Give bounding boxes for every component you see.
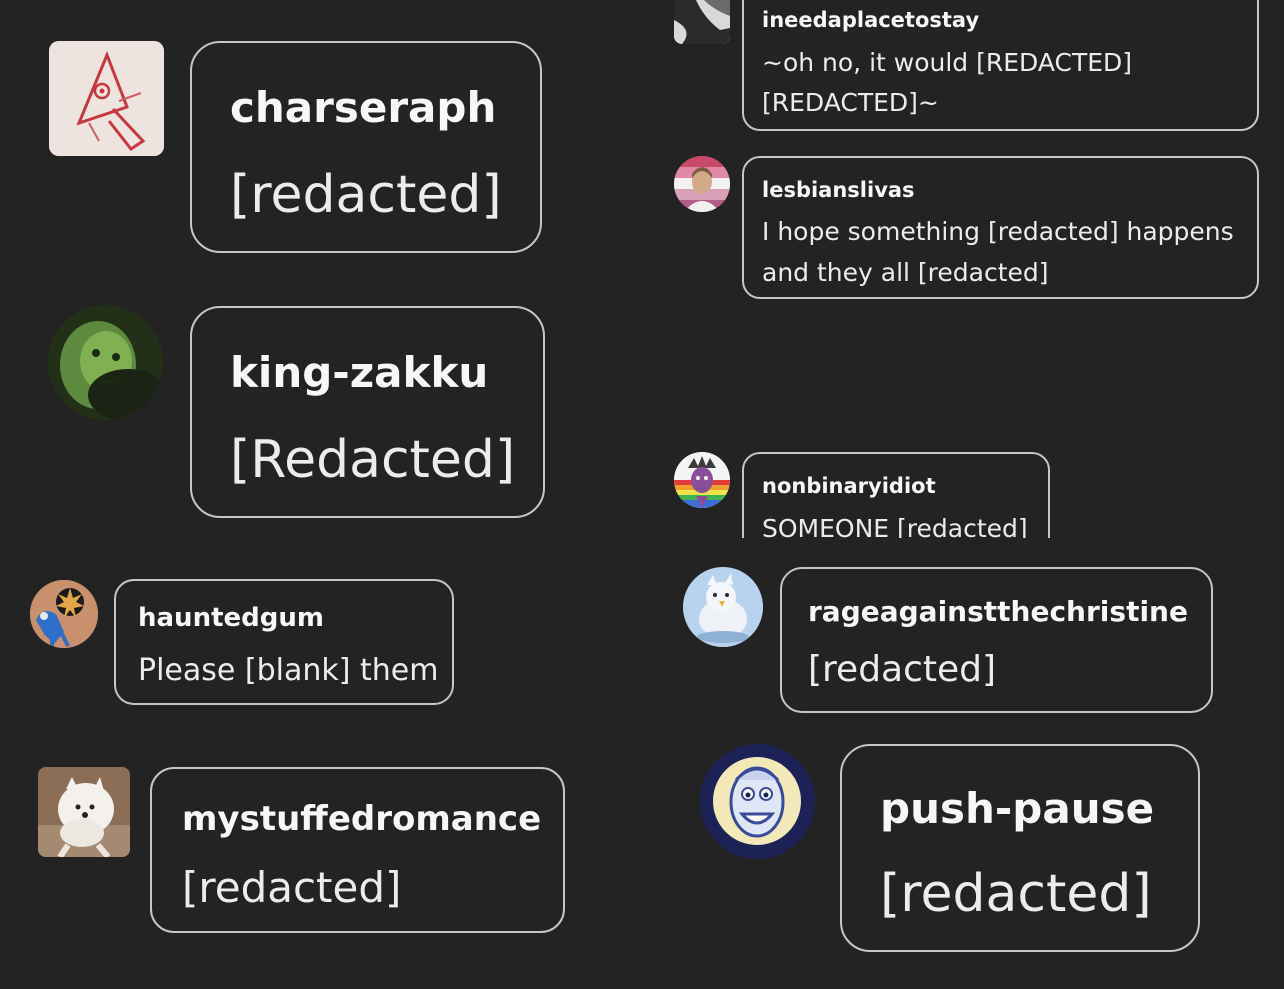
avatar-rageagainstthechristine[interactable] (683, 567, 763, 647)
green-face-icon (48, 305, 163, 420)
comment-text: [redacted] (880, 864, 1152, 924)
username[interactable]: ineedaplacetostay (762, 8, 979, 32)
username[interactable]: push-pause (880, 784, 1154, 833)
avatar-ineedaplacetostay[interactable] (674, 0, 730, 44)
comment-text: [redacted] (182, 863, 402, 912)
comment-bubble-nonbinaryidiot[interactable]: nonbinaryidiot SOMEONE [redacted] (742, 452, 1050, 538)
cartoon-face-icon (700, 744, 814, 858)
blue-creature-icon (30, 580, 98, 648)
comment-text-line-1: I hope something [redacted] happens (762, 217, 1234, 246)
comment-text-line-2: [REDACTED]~ (762, 88, 939, 117)
red-sketch-icon (49, 41, 164, 156)
comment-bubble-push-pause[interactable]: push-pause [redacted] (840, 744, 1200, 952)
comment-text: SOMEONE [redacted] (762, 514, 1028, 538)
username[interactable]: nonbinaryidiot (762, 474, 936, 498)
avatar-lesbianslivas[interactable] (674, 156, 730, 212)
comment-clip-nonbinaryidiot: nonbinaryidiot SOMEONE [redacted] (742, 450, 1062, 538)
rainbow-character-icon (674, 452, 730, 508)
username[interactable]: hauntedgum (138, 603, 324, 633)
bird-plush-icon (683, 567, 763, 647)
comment-text: Please [blank] them (138, 653, 439, 688)
avatar-king-zakku[interactable] (48, 305, 163, 420)
person-portrait-icon (674, 156, 730, 212)
avatar-nonbinaryidiot[interactable] (674, 452, 730, 508)
username[interactable]: lesbianslivas (762, 178, 915, 202)
comment-text-line-2: and they all [redacted] (762, 258, 1049, 287)
comment-text: [redacted] (808, 649, 997, 690)
comment-bubble-ineedaplacetostay[interactable]: ineedaplacetostay ~oh no, it would [REDA… (742, 0, 1259, 131)
comment-bubble-lesbianslivas[interactable]: lesbianslivas I hope something [redacted… (742, 156, 1259, 299)
comment-text: [redacted] (230, 165, 502, 225)
username[interactable]: rageagainstthechristine (808, 595, 1188, 628)
white-dog-icon (38, 767, 130, 857)
grey-shape-icon (674, 0, 730, 44)
comment-bubble-hauntedgum[interactable]: hauntedgum Please [blank] them (114, 579, 454, 705)
avatar-hauntedgum[interactable] (30, 580, 98, 648)
comment-text: [Redacted] (230, 430, 516, 490)
comment-bubble-mystuffedromance[interactable]: mystuffedromance [redacted] (150, 767, 565, 933)
username[interactable]: charseraph (230, 83, 496, 132)
avatar-mystuffedromance[interactable] (38, 767, 130, 857)
username[interactable]: king-zakku (230, 348, 488, 397)
comment-bubble-charseraph[interactable]: charseraph [redacted] (190, 41, 542, 253)
comment-bubble-rageagainstthechristine[interactable]: rageagainstthechristine [redacted] (780, 567, 1213, 713)
avatar-push-pause[interactable] (700, 744, 815, 859)
comment-text-line-1: ~oh no, it would [REDACTED] (762, 48, 1133, 77)
comment-bubble-king-zakku[interactable]: king-zakku [Redacted] (190, 306, 545, 518)
username[interactable]: mystuffedromance (182, 799, 541, 839)
avatar-charseraph[interactable] (49, 41, 164, 156)
